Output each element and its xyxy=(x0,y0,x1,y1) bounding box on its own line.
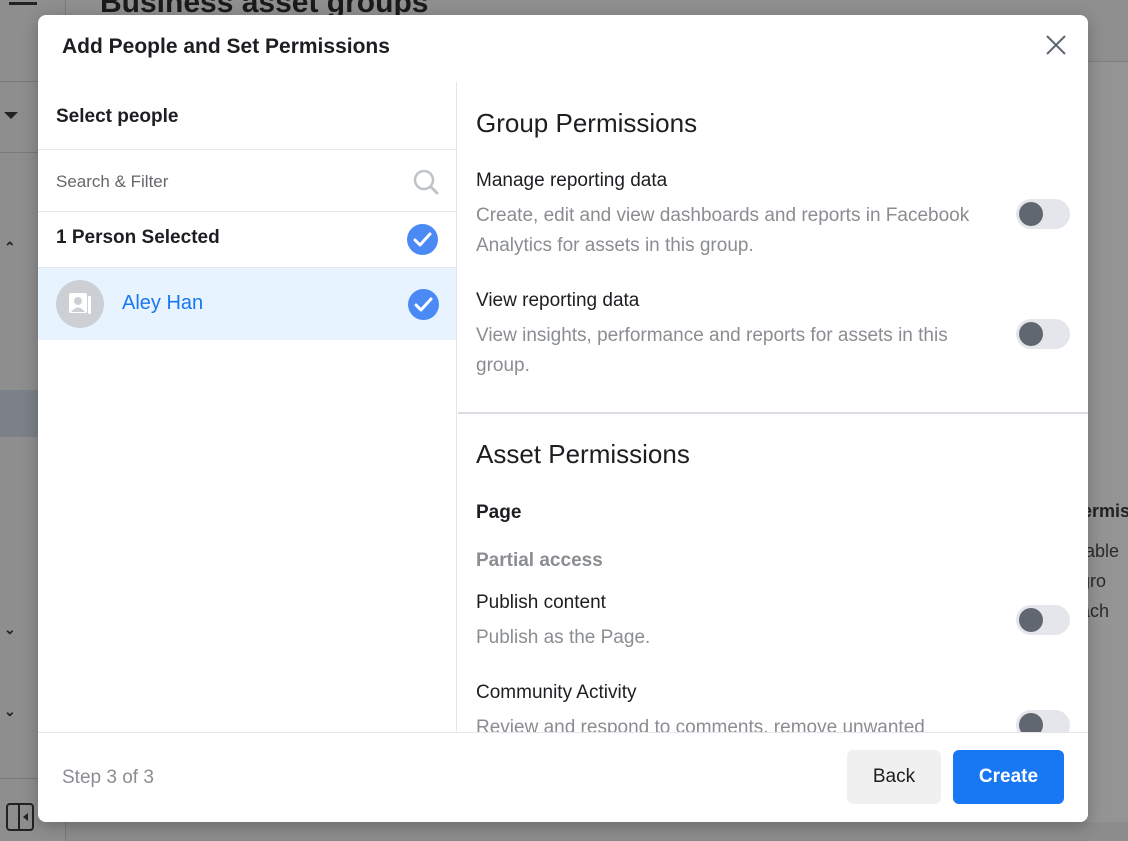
checkmark-icon xyxy=(414,297,433,312)
checkmark-icon xyxy=(413,232,432,247)
publish-content-toggle[interactable] xyxy=(1016,605,1070,635)
permission-description: Create, edit and view dashboards and rep… xyxy=(476,205,970,256)
selected-count-label: 1 Person Selected xyxy=(56,227,220,248)
select-people-heading: Select people xyxy=(56,106,179,127)
permission-title: Manage reporting data xyxy=(476,170,668,191)
collapse-panel-icon[interactable] xyxy=(6,803,34,831)
asset-type-label: Page xyxy=(476,502,522,523)
sidebar-active-item[interactable] xyxy=(0,390,40,437)
search-input[interactable] xyxy=(56,168,396,196)
permission-title: View reporting data xyxy=(476,290,640,311)
permission-title: Community Activity xyxy=(476,682,637,703)
select-all-checkbox[interactable] xyxy=(407,224,438,255)
person-name: Aley Han xyxy=(122,292,204,314)
person-checkbox[interactable] xyxy=(408,289,439,320)
toggle-knob xyxy=(1019,202,1043,226)
view-reporting-data-toggle[interactable] xyxy=(1016,319,1070,349)
asset-permissions-title: Asset Permissions xyxy=(476,439,690,469)
close-icon xyxy=(1046,35,1066,55)
toggle-knob xyxy=(1019,322,1043,346)
chevron-up-icon[interactable]: ⌃ xyxy=(4,240,18,254)
avatar xyxy=(56,280,104,328)
section-divider xyxy=(458,412,1088,414)
toggle-knob xyxy=(1019,608,1043,632)
permission-description: View insights, performance and reports f… xyxy=(476,325,948,376)
search-icon[interactable] xyxy=(412,168,440,196)
caret-down-icon[interactable] xyxy=(4,112,18,119)
modal-footer: Step 3 of 3 Back Create xyxy=(38,732,1088,822)
modal-title: Add People and Set Permissions xyxy=(62,35,390,58)
permission-description: Publish as the Page. xyxy=(476,627,651,648)
toggle-knob xyxy=(1019,713,1043,732)
select-people-pane: Select people 1 Person Selected xyxy=(38,82,457,732)
permission-description: Review and respond to comments, remove u… xyxy=(476,717,925,732)
menu-icon[interactable] xyxy=(9,2,37,5)
back-button[interactable]: Back xyxy=(847,750,941,804)
add-people-modal: Add People and Set Permissions Select pe… xyxy=(38,15,1088,822)
close-button[interactable] xyxy=(1044,33,1068,57)
search-filter-row xyxy=(38,149,456,212)
person-list-item[interactable]: Aley Han xyxy=(38,268,456,340)
step-indicator: Step 3 of 3 xyxy=(62,767,154,788)
permissions-pane[interactable]: Group Permissions Manage reporting data … xyxy=(458,82,1088,732)
manage-reporting-data-toggle[interactable] xyxy=(1016,199,1070,229)
chevron-down-icon[interactable]: ⌄ xyxy=(4,622,18,636)
person-placeholder-icon xyxy=(69,293,91,314)
permission-title: Publish content xyxy=(476,592,606,613)
community-activity-toggle[interactable] xyxy=(1016,710,1070,732)
access-level-label: Partial access xyxy=(476,550,603,571)
chevron-down-icon[interactable]: ⌄ xyxy=(4,704,18,718)
selected-count-row[interactable]: 1 Person Selected xyxy=(38,212,456,268)
create-button[interactable]: Create xyxy=(953,750,1064,804)
group-permissions-title: Group Permissions xyxy=(476,108,698,138)
